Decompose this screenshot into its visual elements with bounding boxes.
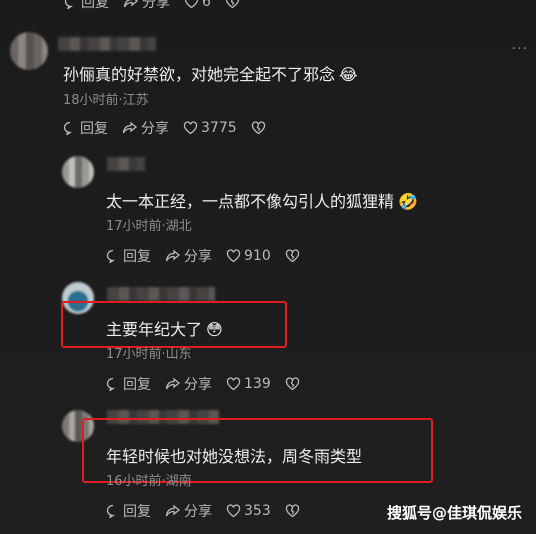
comment-actions: 回复 分享 353 <box>106 501 317 521</box>
share-button[interactable]: 分享 <box>123 0 170 12</box>
heart-icon <box>184 0 199 9</box>
share-button[interactable]: 分享 <box>165 374 212 394</box>
like-count: 353 <box>244 503 271 519</box>
dislike-button[interactable] <box>225 0 243 9</box>
share-icon <box>165 249 181 262</box>
username-blurred[interactable] <box>58 37 156 51</box>
heart-icon <box>226 249 241 263</box>
broken-heart-icon <box>285 249 299 263</box>
flushed-emoji-icon: 😳 <box>206 320 223 339</box>
share-icon <box>123 0 139 8</box>
like-count: 3775 <box>201 120 237 136</box>
reply-label: 回复 <box>81 0 109 11</box>
reply-button[interactable]: 回复 <box>63 118 108 138</box>
comment-text: 太一本正经，一点都不像勾引人的狐狸精 🤣 <box>106 192 418 211</box>
top-action-row: 回复 分享 6 <box>64 0 257 12</box>
heart-icon <box>226 504 241 518</box>
like-count: 910 <box>244 248 271 264</box>
reply-icon <box>106 377 116 391</box>
dislike-button[interactable] <box>285 504 303 518</box>
more-options-icon[interactable]: ··· <box>512 41 528 57</box>
broken-heart-icon <box>225 0 240 9</box>
like-count: 139 <box>244 376 271 392</box>
username-blurred[interactable] <box>107 287 215 301</box>
reply-button[interactable]: 回复 <box>64 0 109 12</box>
comment-meta: 17小时前·湖北 <box>106 219 192 234</box>
comment-text: 主要年纪大了 😳 <box>106 320 223 339</box>
avatar[interactable] <box>10 32 48 70</box>
heart-icon <box>226 377 241 391</box>
dislike-button[interactable] <box>285 377 303 391</box>
broken-heart-icon <box>285 504 299 518</box>
comment-actions: 回复 分享 910 <box>106 246 317 266</box>
reply-icon <box>106 249 116 263</box>
heart-icon <box>183 121 198 135</box>
avatar[interactable] <box>62 156 94 188</box>
laughing-emoji-icon: 😂 <box>339 65 358 84</box>
comment-meta: 18小时前·江苏 <box>63 93 149 108</box>
comment-text: 孙俪真的好禁欲，对她完全起不了邪念 😂 <box>63 65 358 84</box>
dislike-button[interactable] <box>285 249 303 263</box>
like-button[interactable]: 6 <box>184 0 211 10</box>
like-button[interactable]: 353 <box>226 503 271 519</box>
watermark: 搜狐号@佳琪侃娱乐 <box>386 504 522 522</box>
username-blurred[interactable] <box>107 157 145 171</box>
broken-heart-icon <box>251 121 265 135</box>
rolling-laughing-emoji-icon: 🤣 <box>398 192 418 211</box>
share-button[interactable]: 分享 <box>165 246 212 266</box>
reply-icon <box>64 0 74 9</box>
comment-actions: 回复 分享 3775 <box>63 118 283 138</box>
like-count: 6 <box>202 0 211 10</box>
reply-button[interactable]: 回复 <box>106 501 151 521</box>
like-button[interactable]: 139 <box>226 376 271 392</box>
comment-actions: 回复 分享 139 <box>106 374 317 394</box>
reply-icon <box>63 121 73 135</box>
share-icon <box>165 377 181 390</box>
reply-button[interactable]: 回复 <box>106 246 151 266</box>
broken-heart-icon <box>285 377 299 391</box>
like-button[interactable]: 3775 <box>183 120 237 136</box>
share-button[interactable]: 分享 <box>165 501 212 521</box>
share-icon <box>122 121 138 134</box>
comment-meta: 16小时前·湖南 <box>106 474 192 489</box>
share-button[interactable]: 分享 <box>122 118 169 138</box>
comment-meta: 17小时前·山东 <box>106 347 192 362</box>
reply-button[interactable]: 回复 <box>106 374 151 394</box>
comment-text: 年轻时候也对她没想法，周冬雨类型 <box>106 447 363 466</box>
reply-icon <box>106 504 116 518</box>
share-label: 分享 <box>142 0 170 11</box>
share-icon <box>165 504 181 517</box>
like-button[interactable]: 910 <box>226 248 271 264</box>
dislike-button[interactable] <box>251 121 269 135</box>
